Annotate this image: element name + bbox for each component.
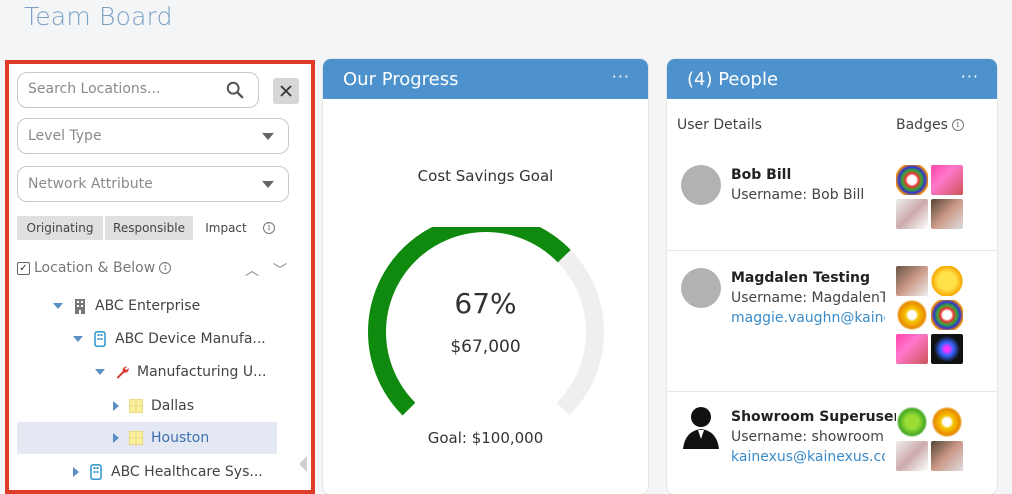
badge-icon[interactable] (931, 165, 963, 195)
clear-search-button[interactable] (273, 78, 299, 104)
info-icon[interactable]: i (159, 262, 172, 274)
location-below-label: Location & Below (34, 260, 156, 276)
percent-value: 67% (454, 287, 517, 320)
people-card: (4) People ··· User Details Badges i Bob… (667, 59, 997, 494)
search-locations-input[interactable] (18, 73, 218, 105)
tree-item-abc-enterprise[interactable]: ABC Enterprise (53, 290, 283, 322)
tree-item-houston[interactable]: Houston (17, 422, 277, 454)
more-menu-icon[interactable]: ··· (612, 67, 630, 86)
level-type-label: Level Type (28, 128, 102, 144)
person-row[interactable]: Bob Bill Username: Bob Bill (667, 151, 997, 251)
expand-caret-icon[interactable] (53, 303, 63, 309)
expand-caret-icon[interactable] (73, 467, 79, 477)
person-name[interactable]: Showroom Superuser (731, 409, 900, 425)
badge-icon[interactable] (896, 199, 928, 229)
avatar (681, 165, 721, 205)
column-header-badges: Badges i (896, 117, 964, 133)
person-email[interactable]: maggie.vaughn@kainexus.com (731, 310, 885, 326)
tree-item-label: Dallas (151, 398, 195, 414)
card-header: (4) People ··· (667, 59, 997, 99)
tree-item-label: ABC Healthcare Sys... (111, 464, 263, 480)
badge-icon[interactable] (896, 300, 928, 330)
tree-item-manufacturing-u[interactable]: Manufacturing U... (95, 356, 285, 388)
avatar (681, 268, 721, 308)
info-icon[interactable]: i (951, 119, 964, 131)
tree-item-abc-healthcare-sys[interactable]: ABC Healthcare Sys... (73, 456, 283, 488)
info-icon[interactable]: i (263, 222, 275, 234)
tree-item-label: ABC Enterprise (95, 298, 201, 314)
badge-icon[interactable] (931, 300, 963, 330)
checkbox-icon[interactable]: ✓ (17, 261, 30, 275)
building-icon (73, 298, 87, 314)
user-silhouette-icon (681, 405, 721, 449)
column-header-label: Badges (896, 117, 948, 133)
person-row[interactable]: Showroom Superuser Username: showroom ka… (667, 393, 997, 494)
wrench-icon (115, 364, 129, 380)
badge-icon[interactable] (896, 441, 928, 471)
network-attribute-label: Network Attribute (28, 176, 153, 192)
network-attribute-select[interactable]: Network Attribute (17, 166, 289, 202)
search-icon[interactable] (226, 81, 244, 99)
card-title: Our Progress (343, 68, 459, 90)
badge-icon[interactable] (896, 165, 928, 195)
close-icon (280, 85, 292, 97)
chevron-down-icon[interactable]: ﹀ (273, 260, 287, 280)
person-row[interactable]: Magdalen Testing Username: MagdalenTesti… (667, 252, 997, 392)
page-title: Team Board (24, 2, 173, 31)
badge-icon[interactable] (896, 334, 928, 364)
person-username: Username: Bob Bill (731, 187, 865, 203)
tree-item-label: Manufacturing U... (137, 364, 267, 380)
badge-icon[interactable] (931, 334, 963, 364)
collapse-panel-handle[interactable] (299, 456, 307, 472)
org-icon (89, 464, 103, 480)
expand-caret-icon[interactable] (95, 369, 105, 375)
goal-title: Cost Savings Goal (417, 167, 554, 185)
badge-icon[interactable] (896, 266, 928, 296)
column-header-user-details: User Details (677, 117, 762, 133)
level-type-select[interactable]: Level Type (17, 118, 289, 154)
expand-caret-icon[interactable] (113, 433, 119, 443)
chevron-down-icon (262, 181, 274, 188)
person-email[interactable]: kainexus@kainexus.com (731, 449, 885, 465)
badge-icon[interactable] (931, 199, 963, 229)
chevron-up-icon[interactable]: ︿ (245, 260, 259, 280)
person-username: Username: showroom (731, 429, 884, 445)
amount-value: $67,000 (450, 337, 521, 357)
locations-panel: Level Type Network Attribute Originating… (5, 60, 315, 494)
our-progress-card: Our Progress ··· Cost Savings Goal 67% $… (323, 59, 648, 494)
grid-icon (129, 398, 143, 414)
segment-originating[interactable]: Originating (17, 216, 103, 240)
person-name[interactable]: Bob Bill (731, 167, 791, 183)
card-title: (4) People (687, 68, 779, 90)
badge-icon[interactable] (931, 407, 963, 437)
tree-item-dallas[interactable]: Dallas (113, 390, 283, 422)
search-locations-box[interactable] (17, 72, 259, 108)
location-below-toggle[interactable]: ✓ Location & Below i (17, 260, 172, 276)
star-badge-icon[interactable] (931, 266, 963, 296)
person-name[interactable]: Magdalen Testing (731, 270, 870, 286)
progress-gauge (368, 227, 604, 416)
card-header: Our Progress ··· (323, 59, 648, 99)
org-icon (93, 331, 107, 347)
person-username: Username: MagdalenTesting (731, 290, 885, 306)
tree-item-label: Houston (151, 430, 210, 446)
tree-item-label: ABC Device Manufa... (115, 331, 266, 347)
grid-icon (129, 430, 143, 446)
expand-caret-icon[interactable] (113, 401, 119, 411)
chevron-down-icon (262, 133, 274, 140)
segment-responsible[interactable]: Responsible (105, 216, 193, 240)
expand-caret-icon[interactable] (73, 336, 83, 342)
badge-icon[interactable] (896, 407, 928, 437)
goal-value: Goal: $100,000 (427, 429, 544, 447)
badge-icon[interactable] (931, 441, 963, 471)
segment-impact[interactable]: Impact (199, 216, 253, 240)
more-menu-icon[interactable]: ··· (961, 67, 979, 86)
tree-item-abc-device-manufa[interactable]: ABC Device Manufa... (73, 323, 283, 355)
